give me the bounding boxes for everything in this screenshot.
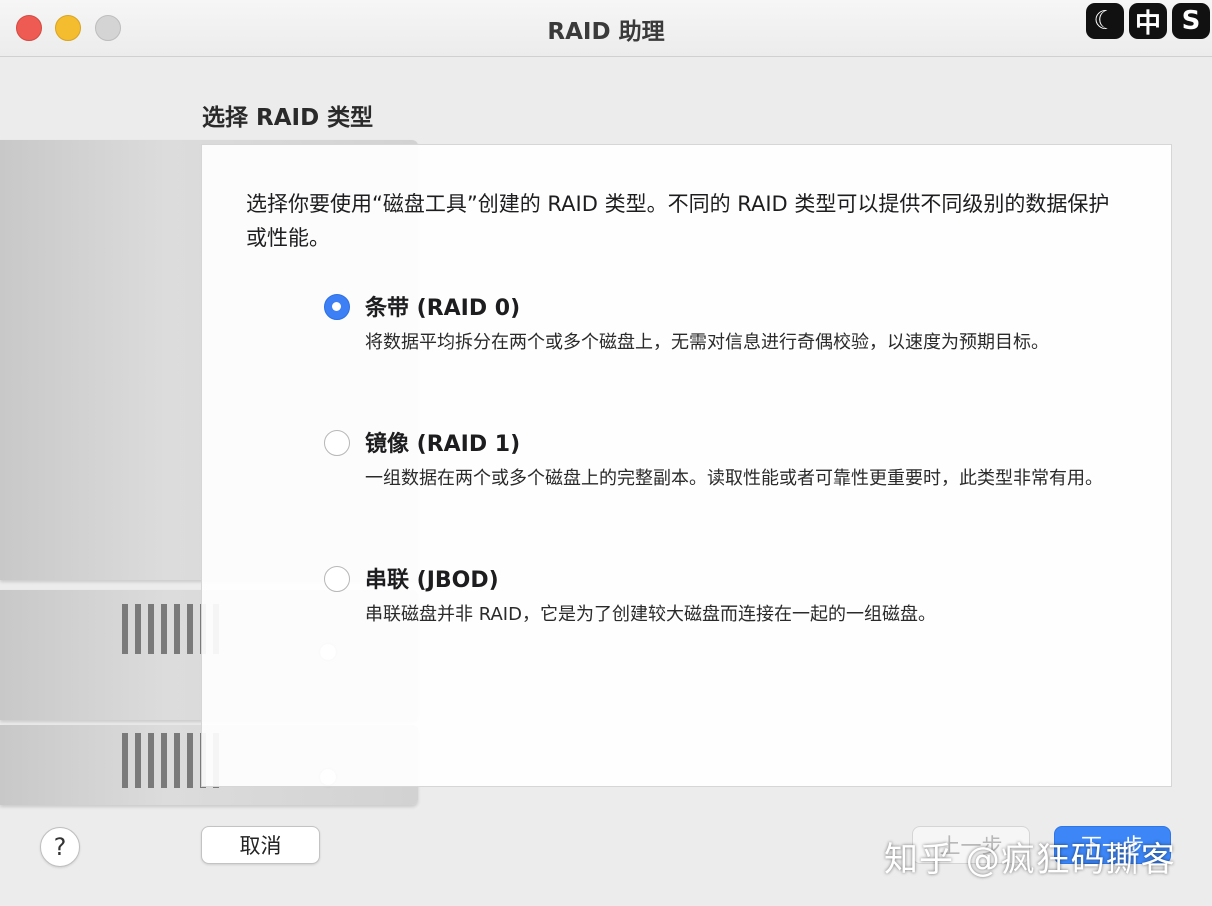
option-description: 一组数据在两个或多个磁盘上的完整副本。读取性能或者可靠性更重要时，此类型非常有用… (365, 468, 1103, 489)
option-title: 串联 (JBOD) (365, 568, 499, 593)
help-button[interactable]: ? (40, 827, 80, 867)
description-text: 选择你要使用“磁盘工具”创建的 RAID 类型。不同的 RAID 类型可以提供不… (246, 192, 1110, 250)
window-title: RAID 助理 (547, 19, 665, 45)
page-title: 选择 RAID 类型 (202, 105, 374, 131)
watermark: 知乎 @疯狂码撕客 (884, 840, 1176, 880)
input-method-icon[interactable]: 中 (1129, 3, 1167, 39)
cancel-button[interactable]: 取消 (201, 826, 320, 864)
option-title: 条带 (RAID 0) (365, 296, 521, 321)
option-title: 镜像 (RAID 1) (365, 432, 521, 457)
title-bar: RAID 助理 ☾ 中 S (0, 0, 1212, 57)
radio-raid1[interactable] (324, 430, 350, 456)
radio-raid0[interactable] (324, 294, 350, 320)
content-panel: 选择你要使用“磁盘工具”创建的 RAID 类型。不同的 RAID 类型可以提供不… (201, 144, 1172, 787)
radio-jbod[interactable] (324, 566, 350, 592)
option-description: 将数据平均拆分在两个或多个磁盘上，无需对信息进行奇偶校验，以速度为预期目标。 (365, 332, 1049, 353)
option-description: 串联磁盘并非 RAID，它是为了创建较大磁盘而连接在一起的一组磁盘。 (365, 604, 936, 625)
s-logo-icon[interactable]: S (1172, 3, 1210, 39)
moon-icon[interactable]: ☾ (1086, 3, 1124, 39)
menu-extras: ☾ 中 S (1086, 3, 1210, 39)
